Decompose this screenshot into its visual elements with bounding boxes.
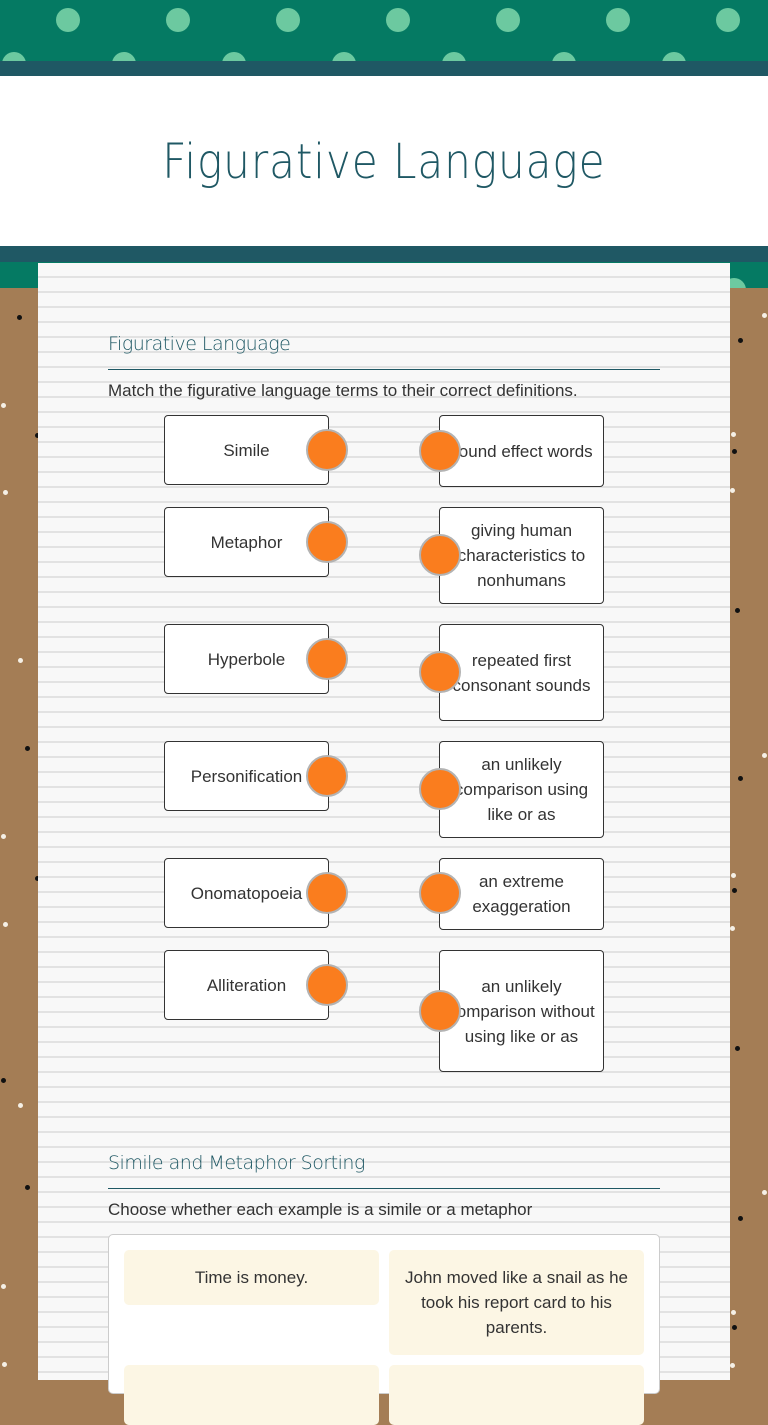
term-connector-handle[interactable] — [306, 429, 348, 471]
term-card-simile[interactable]: Simile — [164, 415, 329, 485]
sort-card-text: Time is money. — [194, 1268, 309, 1287]
term-label: Simile — [223, 440, 270, 460]
section-title-sorting: Simile and Metaphor Sorting — [108, 1152, 365, 1174]
polka-dot — [662, 52, 686, 61]
definition-connector-handle[interactable] — [419, 872, 461, 914]
definition-connector-handle[interactable] — [419, 651, 461, 693]
pin-dot — [25, 746, 30, 751]
definition-label: sound effect words — [450, 441, 593, 461]
pin-dot — [3, 490, 8, 495]
pin-dot — [731, 432, 736, 437]
definition-card[interactable]: repeated first consonant sounds — [439, 624, 604, 721]
definition-label: an extreme exaggeration — [472, 872, 571, 916]
polka-dot — [606, 8, 630, 32]
pin-dot — [18, 658, 23, 663]
definition-card[interactable]: an unlikely comparison using like or as — [439, 741, 604, 838]
term-card-metaphor[interactable]: Metaphor — [164, 507, 329, 577]
title-band: Figurative Language — [0, 76, 768, 246]
polka-dot — [222, 52, 246, 61]
polka-dot — [276, 8, 300, 32]
pin-dot — [735, 608, 740, 613]
term-connector-handle[interactable] — [306, 638, 348, 680]
pin-dot — [18, 1103, 23, 1108]
pin-dot — [762, 313, 767, 318]
pin-dot — [730, 926, 735, 931]
pin-dot — [1, 1078, 6, 1083]
pin-dot — [732, 888, 737, 893]
polka-dot — [2, 52, 26, 61]
pin-dot — [731, 1310, 736, 1315]
pin-dot — [762, 753, 767, 758]
pin-dot — [1, 403, 6, 408]
term-label: Alliteration — [206, 975, 287, 995]
sort-card[interactable]: Time is money. — [124, 1250, 379, 1305]
term-connector-handle[interactable] — [306, 964, 348, 1006]
section-divider — [108, 369, 660, 370]
term-connector-handle[interactable] — [306, 872, 348, 914]
definition-card[interactable]: an extreme exaggeration — [439, 858, 604, 930]
definition-label: an unlikely comparison without using lik… — [448, 976, 595, 1046]
sorting-panel: Time is money. John moved like a snail a… — [108, 1234, 660, 1425]
polka-dot — [332, 52, 356, 61]
pin-dot — [3, 922, 8, 927]
sort-card[interactable]: John moved like a snail as he took his r… — [389, 1250, 644, 1355]
term-card-hyperbole[interactable]: Hyperbole — [164, 624, 329, 694]
title-stripe — [0, 246, 768, 262]
pin-dot — [738, 338, 743, 343]
sort-card[interactable] — [389, 1365, 644, 1425]
pin-dot — [738, 1216, 743, 1221]
term-card-personification[interactable]: Personification — [164, 741, 329, 811]
term-label: Metaphor — [210, 532, 283, 552]
header-banner — [0, 0, 768, 61]
term-card-alliteration[interactable]: Alliteration — [164, 950, 329, 1020]
definition-card[interactable]: giving human characteristics to nonhuman… — [439, 507, 604, 604]
term-label: Onomatopoeia — [190, 883, 303, 903]
definition-card[interactable]: an unlikely comparison without using lik… — [439, 950, 604, 1072]
pin-dot — [732, 449, 737, 454]
term-connector-handle[interactable] — [306, 521, 348, 563]
definition-connector-handle[interactable] — [419, 430, 461, 472]
pin-dot — [25, 1185, 30, 1190]
pin-dot — [1, 1284, 6, 1289]
definition-connector-handle[interactable] — [419, 534, 461, 576]
polka-dot — [166, 8, 190, 32]
page-title: Figurative Language — [162, 134, 606, 190]
polka-dot — [112, 52, 136, 61]
polka-dot — [552, 52, 576, 61]
term-label: Hyperbole — [207, 649, 286, 669]
pin-dot — [738, 776, 743, 781]
polka-dot — [56, 8, 80, 32]
term-label: Personification — [190, 766, 303, 786]
polka-dot — [442, 52, 466, 61]
pin-dot — [732, 1325, 737, 1330]
definition-connector-handle[interactable] — [419, 768, 461, 810]
polka-dot — [716, 8, 740, 32]
definition-card[interactable]: sound effect words — [439, 415, 604, 487]
pin-dot — [731, 873, 736, 878]
term-connector-handle[interactable] — [306, 755, 348, 797]
polka-dot — [496, 8, 520, 32]
definition-label: giving human characteristics to nonhuman… — [457, 521, 586, 590]
definition-label: repeated first consonant sounds — [452, 650, 591, 695]
definition-connector-handle[interactable] — [419, 990, 461, 1032]
header-stripe — [0, 61, 768, 76]
term-card-onomatopoeia[interactable]: Onomatopoeia — [164, 858, 329, 928]
pin-dot — [762, 1190, 767, 1195]
pin-dot — [2, 1362, 7, 1367]
pin-dot — [1, 834, 6, 839]
pin-dot — [730, 1363, 735, 1368]
pin-dot — [735, 1046, 740, 1051]
sort-card[interactable] — [124, 1365, 379, 1425]
section-instructions-sorting: Choose whether each example is a simile … — [108, 1200, 533, 1219]
polka-dot — [386, 8, 410, 32]
section-instructions-matching: Match the figurative language terms to t… — [108, 381, 578, 400]
pin-dot — [17, 315, 22, 320]
definition-label: an unlikely comparison using like or as — [454, 755, 589, 824]
section-title-matching: Figurative Language — [108, 333, 291, 355]
sort-card-text: John moved like a snail as he took his r… — [404, 1268, 629, 1337]
section-divider — [108, 1188, 660, 1189]
pin-dot — [730, 488, 735, 493]
